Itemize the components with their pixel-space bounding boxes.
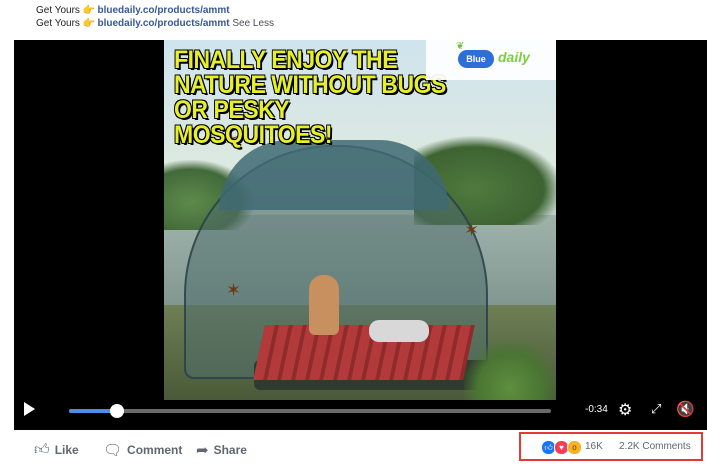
reaction-count[interactable]: 16K (585, 441, 603, 452)
video-frame[interactable]: ✶ ✶ ✶ FINALLY ENJOY THE NATURE WITHOUT B… (164, 40, 556, 400)
comment-button[interactable]: 🗨︎ Comment (103, 441, 182, 459)
caption-prefix: Get Yours (36, 18, 80, 29)
brand-logo: ❦ Blue daily (426, 40, 556, 80)
reaction-icons[interactable]: 👍︎ ♥ o (541, 440, 582, 455)
like-button[interactable]: 👍︎ Like (34, 441, 79, 459)
comment-icon: 🗨︎ (103, 442, 123, 459)
caption-line-2: Get Yours 👉 bluedaily.co/products/ammt S… (36, 18, 274, 30)
mosquito-icon: ✶ (226, 280, 242, 300)
pointing-hand-icon: 👉 (82, 5, 96, 16)
brand-logo-pill: Blue (458, 50, 494, 68)
product-link[interactable]: bluedaily.co/products/ammt (97, 18, 229, 29)
pointing-hand-icon: 👉 (82, 18, 96, 29)
reactions-summary[interactable]: 👍︎ ♥ o 16K 2.2K Comments (519, 432, 703, 461)
see-less-link[interactable]: See Less (232, 18, 274, 29)
mosquito-icon: ✶ (464, 220, 480, 240)
person-image (309, 275, 339, 335)
comments-count[interactable]: 2.2K Comments (619, 441, 691, 452)
wow-reaction-icon: o (567, 440, 582, 455)
progress-track[interactable] (69, 404, 551, 418)
play-icon[interactable] (24, 402, 35, 416)
comment-label: Comment (127, 443, 183, 457)
like-label: Like (54, 443, 79, 457)
video-player[interactable]: ✶ ✶ ✶ FINALLY ENJOY THE NATURE WITHOUT B… (14, 40, 707, 430)
plants-image (464, 340, 556, 400)
share-label: Share (213, 443, 247, 457)
thumbs-up-icon: 👍︎ (34, 441, 50, 458)
progress-knob[interactable] (110, 404, 125, 418)
caption-prefix: Get Yours (36, 5, 80, 16)
video-controls: -0:34 ⚙ ⤢ 🔇 (14, 395, 707, 430)
video-headline: FINALLY ENJOY THE NATURE WITHOUT BUGS OR… (174, 46, 446, 149)
product-link[interactable]: bluedaily.co/products/ammt (97, 5, 229, 16)
share-button[interactable]: ➦ Share (196, 441, 247, 459)
blanket-image (253, 325, 475, 380)
brand-logo-text: daily (498, 49, 530, 65)
caption-line-1: Get Yours 👉 bluedaily.co/products/ammt (36, 5, 230, 17)
time-remaining: -0:34 (585, 404, 608, 415)
expand-icon[interactable]: ⤢ (651, 401, 661, 417)
tent-roof-image (219, 140, 449, 210)
person-image (369, 320, 429, 342)
volume-muted-icon[interactable]: 🔇 (676, 400, 695, 418)
gear-icon[interactable]: ⚙ (618, 400, 632, 420)
share-icon: ➦ (196, 442, 209, 459)
